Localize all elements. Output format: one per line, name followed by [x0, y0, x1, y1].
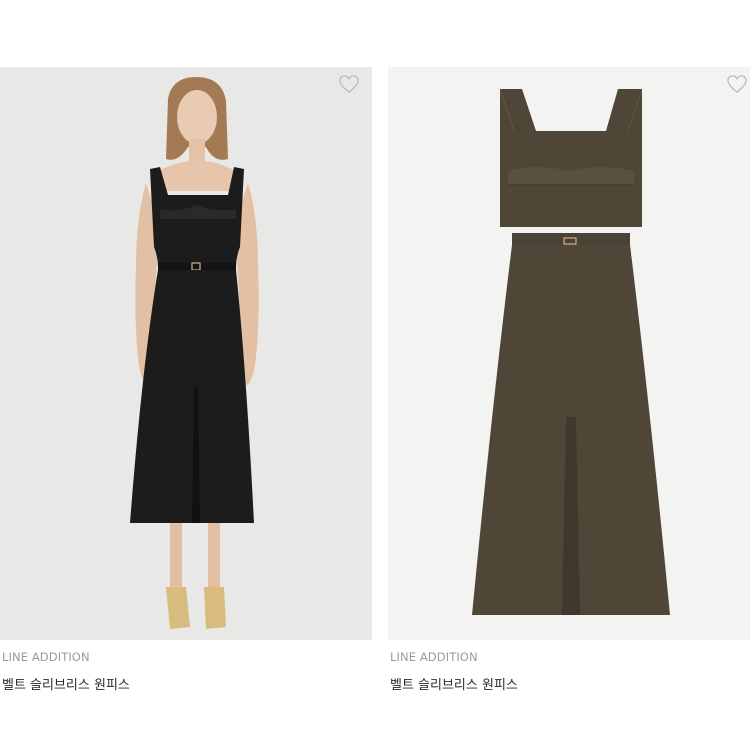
- heart-outline-icon[interactable]: [726, 74, 748, 94]
- product-brand[interactable]: LINE ADDITION: [390, 650, 478, 664]
- product-image[interactable]: [388, 67, 750, 640]
- heart-outline-icon[interactable]: [338, 74, 360, 94]
- product-name[interactable]: 벨트 슬리브리스 원피스: [390, 674, 518, 693]
- product-name[interactable]: 벨트 슬리브리스 원피스: [2, 674, 130, 693]
- product-grid: LINE ADDITION 벨트 슬리브리스 원피스 LINE ADDITION…: [0, 0, 750, 750]
- product-brand[interactable]: LINE ADDITION: [2, 650, 90, 664]
- product-image[interactable]: [0, 67, 372, 640]
